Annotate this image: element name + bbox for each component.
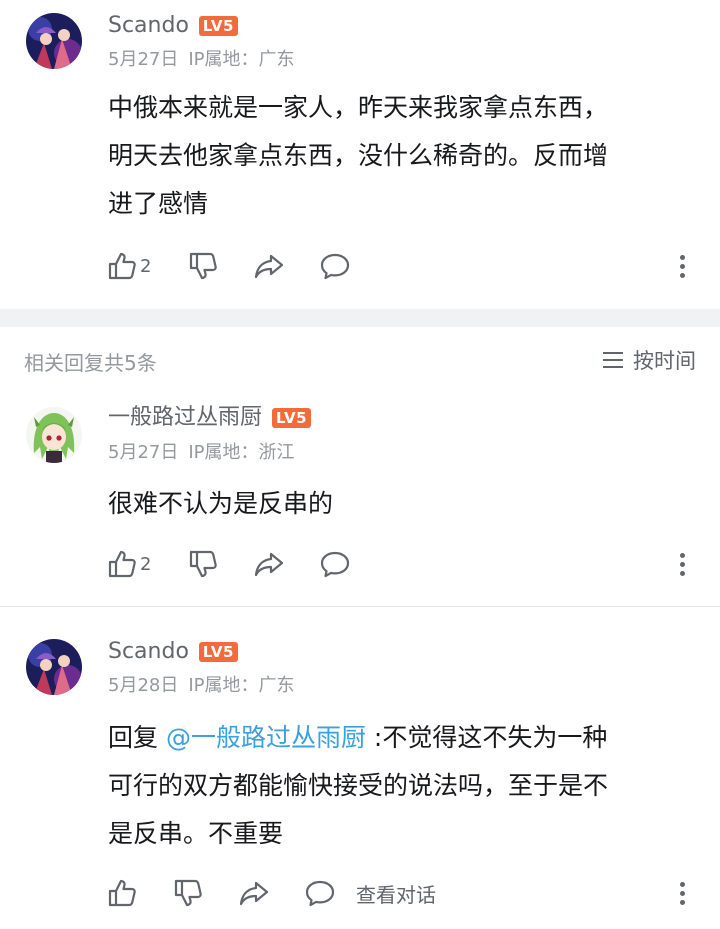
mention-link[interactable]: @一般路过丛雨厨: [166, 723, 366, 752]
thumb-down-icon: [172, 877, 204, 909]
thumb-down-icon: [187, 250, 219, 282]
comment-text: 很难不认为是反串的: [108, 480, 693, 528]
comment-text-line: 中俄本来就是一家人，昨天来我家拿点东西，: [108, 93, 609, 122]
thumb-down-icon: [187, 548, 219, 580]
avatar[interactable]: [26, 407, 82, 463]
comment-text-line: 很难不认为是反串的: [108, 489, 334, 518]
username[interactable]: 一般路过丛雨厨: [108, 404, 262, 432]
reply-prefix: 回复: [108, 723, 166, 752]
like-button[interactable]: 2: [106, 249, 151, 283]
share-icon: [253, 548, 285, 580]
thumb-up-icon: [106, 877, 138, 909]
more-vertical-icon[interactable]: [672, 876, 692, 910]
level-badge: LV5: [198, 16, 238, 36]
thumb-up-icon: [106, 250, 138, 282]
ip-location: IP属地：广东: [188, 675, 295, 696]
reply-button[interactable]: [304, 876, 336, 910]
comment-text-line: 进了感情: [108, 189, 209, 218]
comment-date: 5月28日: [108, 675, 179, 696]
reply-button[interactable]: [319, 547, 351, 581]
reply-button[interactable]: [319, 249, 351, 283]
comment-meta: 5月27日 IP属地：广东: [108, 48, 305, 72]
sort-lines-icon: [603, 352, 623, 368]
level-badge: LV5: [198, 642, 238, 662]
comment-icon: [319, 548, 351, 580]
dislike-button[interactable]: [187, 249, 219, 283]
share-icon: [238, 877, 270, 909]
comment-meta: 5月28日 IP属地：广东: [108, 674, 305, 698]
comment-text-line: 可行的双方都能愉快接受的说法吗，至于是不: [108, 771, 609, 800]
comment-date: 5月27日: [108, 442, 179, 463]
like-count: 2: [140, 255, 152, 277]
comment-icon: [304, 877, 336, 909]
comment-icon: [319, 250, 351, 282]
like-count: 2: [140, 553, 152, 575]
comment-text-line: 是反串。不重要: [108, 819, 284, 848]
username[interactable]: Scando: [108, 12, 189, 40]
share-icon: [253, 250, 285, 282]
view-conversation-link[interactable]: 查看对话: [356, 879, 436, 908]
avatar[interactable]: [26, 13, 82, 69]
reply-count-label: 相关回复共5条: [24, 351, 157, 375]
like-button[interactable]: [106, 876, 138, 910]
reply-comment: Scando LV5 5月28日 IP属地：广东 回复 @一般路过丛雨厨 :不觉得…: [0, 607, 720, 929]
share-button[interactable]: [238, 876, 270, 910]
comment-text: 中俄本来就是一家人，昨天来我家拿点东西， 明天去他家拿点东西，没什么稀奇的。反而…: [108, 84, 693, 228]
comment-actions: 2: [106, 547, 385, 581]
section-separator: [0, 309, 720, 327]
reply-comment: 一般路过丛雨厨 LV5 5月27日 IP属地：浙江 很难不认为是反串的 2: [0, 391, 720, 606]
comment-text-line: 明天去他家拿点东西，没什么稀奇的。反而增: [108, 141, 609, 170]
ip-location: IP属地：浙江: [188, 442, 295, 463]
avatar[interactable]: [26, 639, 82, 695]
main-comment: Scando LV5 5月27日 IP属地：广东 中俄本来就是一家人，昨天来我家拿…: [0, 0, 720, 309]
comment-actions: 查看对话: [106, 876, 436, 910]
dislike-button[interactable]: [172, 876, 204, 910]
share-button[interactable]: [253, 249, 285, 283]
more-vertical-icon[interactable]: [672, 547, 692, 581]
username[interactable]: Scando: [108, 638, 189, 666]
comment-date: 5月27日: [108, 49, 179, 70]
comment-text: 回复 @一般路过丛雨厨 :不觉得这不失为一种 可行的双方都能愉快接受的说法吗，至…: [108, 714, 693, 858]
replies-header: 相关回复共5条 按时间: [0, 327, 720, 391]
comment-text-fragment: :不觉得这不失为一种: [365, 723, 608, 752]
comment-meta: 5月27日 IP属地：浙江: [108, 441, 305, 465]
comment-actions: 2: [106, 249, 385, 283]
more-vertical-icon[interactable]: [672, 249, 692, 283]
ip-location: IP属地：广东: [188, 49, 295, 70]
like-button[interactable]: 2: [106, 547, 151, 581]
thumb-up-icon: [106, 548, 138, 580]
level-badge: LV5: [272, 408, 312, 428]
comment-text-line: 回复 @一般路过丛雨厨 :不觉得这不失为一种: [108, 714, 693, 762]
dislike-button[interactable]: [187, 547, 219, 581]
sort-button[interactable]: 按时间: [603, 345, 696, 375]
sort-label: 按时间: [633, 349, 696, 373]
share-button[interactable]: [253, 547, 285, 581]
